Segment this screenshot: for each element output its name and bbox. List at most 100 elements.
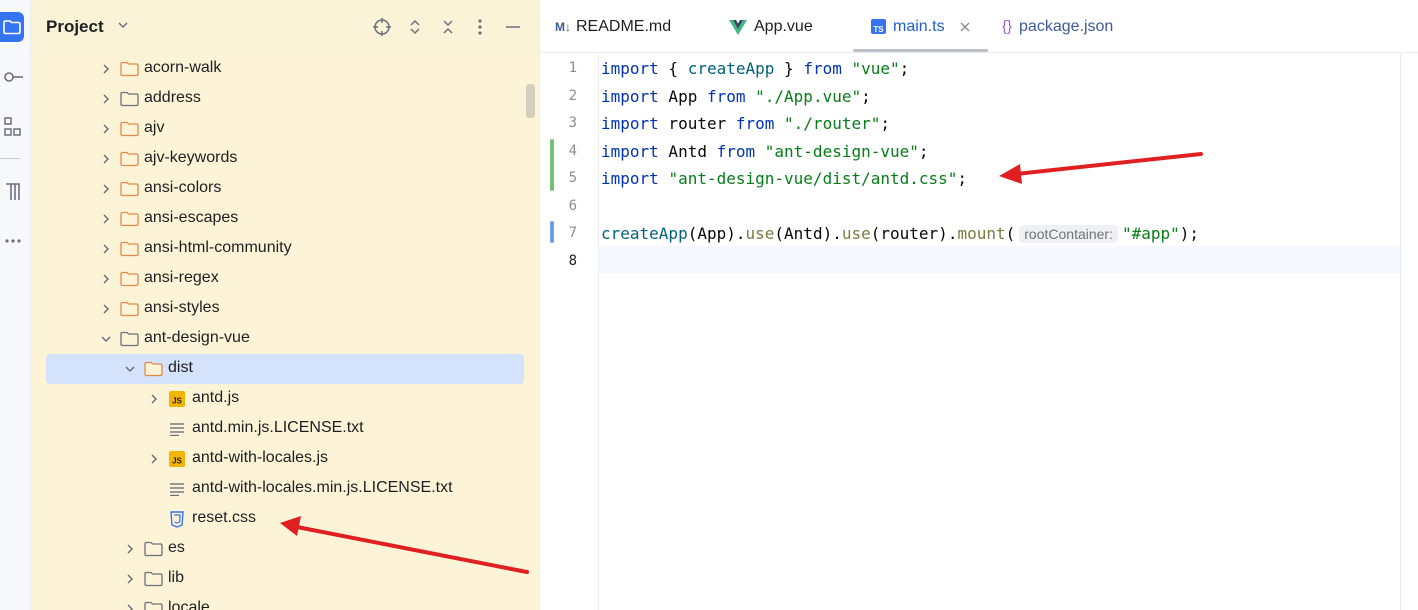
project-tool-button[interactable] [0,12,24,42]
tree-row[interactable]: ansi-colors [31,174,539,204]
line-number: 1 [568,60,577,76]
code-token: import [601,59,659,78]
expand-all-button[interactable] [405,17,425,37]
tree-item-label: lib [168,569,185,586]
chevron-right-icon[interactable] [99,62,113,76]
folder-icon [119,60,139,78]
project-panel: Project acorn-walk address ajv ajv-keywords… [31,0,540,610]
commit-tool-button[interactable] [0,62,26,92]
vcs-modified-marker[interactable] [550,221,554,243]
tree-row[interactable]: es [31,534,539,564]
chevron-right-icon[interactable] [99,92,113,106]
tree-row[interactable]: reset.css [31,504,539,534]
chevron-down-icon[interactable] [123,362,137,376]
collapse-all-button[interactable] [438,17,458,37]
chevron-right-icon[interactable] [99,152,113,166]
options-button[interactable] [470,17,490,37]
tree-item-label: ansi-colors [144,179,222,196]
tree-row[interactable]: ansi-styles [31,294,539,324]
tree-row[interactable]: JS antd.js [31,384,539,414]
chevron-down-icon[interactable] [117,20,129,30]
tree-row[interactable]: lib [31,564,539,594]
project-panel-header: Project [31,0,539,54]
tab-readme[interactable]: M↓ README.md [555,0,671,53]
terminal-tool-button[interactable] [0,176,26,206]
line-number: 4 [568,142,577,159]
code-token: } [774,59,804,78]
structure-tool-button[interactable] [0,112,26,142]
tree-row[interactable]: antd.min.js.LICENSE.txt [31,414,539,444]
tree-row[interactable]: antd-with-locales.min.js.LICENSE.txt [31,474,539,504]
folder-icon [143,540,163,558]
active-tab-indicator [853,49,988,52]
tree-item-label: antd.min.js.LICENSE.txt [192,419,364,436]
chevron-right-icon[interactable] [99,182,113,196]
folder-icon [119,120,139,138]
javascript-icon: JS [167,390,187,408]
tree-item-label: ansi-styles [144,299,220,316]
tree-item-label: antd-with-locales.min.js.LICENSE.txt [192,479,453,496]
tree-item-label: ansi-regex [144,269,219,286]
tab-package-json[interactable]: {} package.json [1002,0,1113,53]
tree-row[interactable]: ansi-html-community [31,234,539,264]
project-scrollbar[interactable] [526,84,535,118]
tree-row[interactable]: JS antd-with-locales.js [31,444,539,474]
close-icon[interactable] [960,22,970,32]
code-token: from [803,59,842,78]
css-icon [167,510,187,528]
tab-label: README.md [576,17,672,35]
tree-row[interactable]: ajv [31,114,539,144]
folder-icon [119,90,139,108]
tree-item-label: address [144,89,201,106]
chevron-right-icon[interactable] [123,542,137,556]
tree-row[interactable]: address [31,84,539,114]
code-token: ( [1005,224,1016,243]
code-token: import [601,114,659,133]
chevron-down-icon[interactable] [99,332,113,346]
code-line: createApp (App). use (Antd). use (router). mou… [601,220,1199,247]
tree-row[interactable]: ansi-regex [31,264,539,294]
text-file-icon [167,480,187,498]
folder-icon [119,300,139,318]
tree-row[interactable]: dist [31,354,539,384]
vcs-added-marker[interactable] [550,139,554,191]
chevron-right-icon[interactable] [123,602,137,610]
code-token: router [658,114,736,133]
code-token: from [735,114,775,133]
project-panel-title[interactable]: Project [46,17,104,37]
annotation-arrow-code [999,152,1203,184]
code-token: Antd [658,141,717,161]
tab-main-ts[interactable]: TS main.ts [871,0,970,53]
code-token: use [745,224,775,243]
tree-row[interactable]: acorn-walk [31,54,539,84]
folder-icon [119,330,139,348]
locate-file-button[interactable] [372,17,392,37]
tree-row[interactable]: ant-design-vue [31,324,539,354]
tab-label: package.json [1019,17,1114,35]
chevron-right-icon[interactable] [99,122,113,136]
selection-highlight [46,354,524,384]
chevron-right-icon[interactable] [123,572,137,586]
code-token: "#app" [1121,224,1180,243]
tree-row[interactable]: ajv-keywords [31,144,539,174]
folder-icon [143,570,163,588]
chevron-right-icon[interactable] [147,452,161,466]
tab-app-vue[interactable]: App.vue [729,0,813,53]
tree-row[interactable]: locale [31,594,539,610]
chevron-right-icon[interactable] [147,392,161,406]
code-token: import [601,141,659,161]
code-token: (App). [687,224,746,243]
tree-row[interactable]: ansi-escapes [31,204,539,234]
chevron-right-icon[interactable] [99,302,113,316]
editor-scrollbar[interactable] [1400,54,1418,610]
chevron-right-icon[interactable] [99,212,113,226]
more-tools-button[interactable] [0,226,26,256]
line-number: 2 [568,87,577,104]
chevron-right-icon[interactable] [99,242,113,256]
hide-panel-button[interactable] [503,17,523,37]
editor-tab-bar: M↓ README.md App.vue TS main.ts {} packa… [541,0,1418,53]
chevron-right-icon[interactable] [99,272,113,286]
folder-icon [119,210,139,228]
folder-icon [119,180,139,198]
